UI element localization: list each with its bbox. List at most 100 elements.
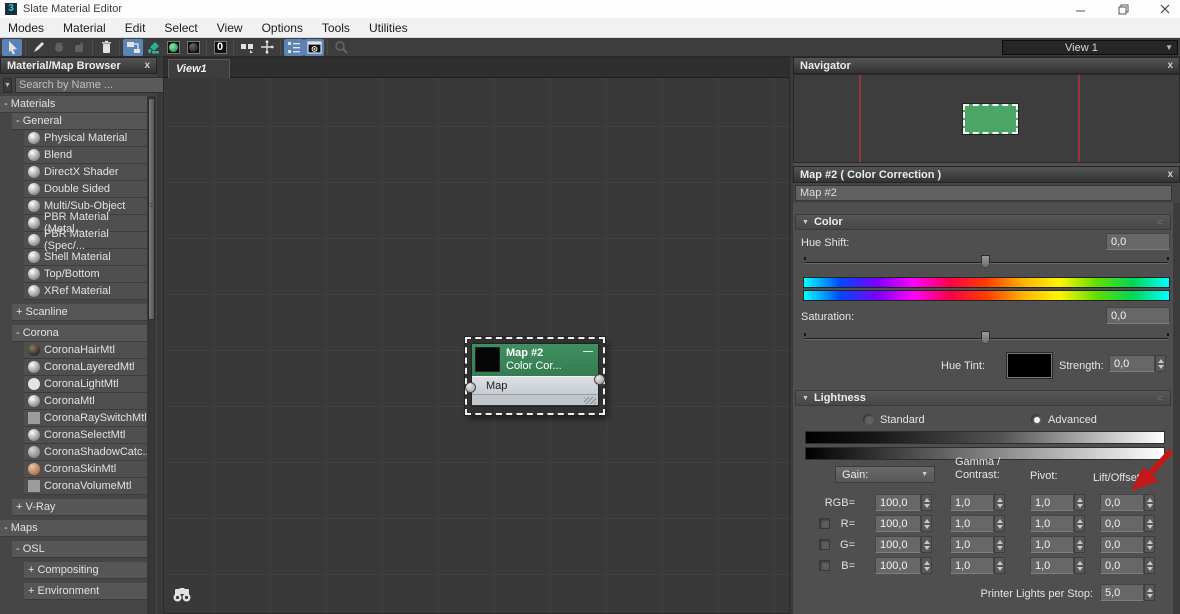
pivot-spinner[interactable] [1074,557,1085,574]
tree-group[interactable]: + Scanline [12,304,147,321]
tree-item[interactable]: CoronaRaySwitchMtl [24,410,147,427]
pivot-field[interactable]: 1,0 [1030,557,1074,574]
tree-item[interactable]: Blend [24,147,147,164]
node-header[interactable]: Map #2 Color Cor... — [472,344,598,376]
gain-spinner[interactable] [921,536,932,553]
show-background-button[interactable] [183,39,203,56]
tree-item[interactable]: CoronaSkinMtl [24,461,147,478]
pivot-spinner[interactable] [1074,536,1085,553]
lift-spinner[interactable] [1144,557,1155,574]
menu-view[interactable]: View [217,21,243,35]
lift-field[interactable]: 0,0 [1100,494,1144,511]
standard-radio[interactable] [863,414,874,425]
tree-item[interactable]: CoronaShadowCatc.. [24,444,147,461]
color-rollout-header[interactable]: ▼ Color ⁙ [795,214,1171,230]
tree-group[interactable]: + V-Ray [12,499,147,516]
put-material-to-library-button[interactable] [69,39,89,56]
tree-item[interactable]: PBR Material (Spec/... [24,232,147,249]
tree-group[interactable]: - OSL [12,541,147,558]
pivot-field[interactable]: 1,0 [1030,515,1074,532]
pivot-field[interactable]: 1,0 [1030,536,1074,553]
menu-modes[interactable]: Modes [8,21,44,35]
tree-group[interactable]: + Compositing [24,562,147,579]
map2-node[interactable]: Map #2 Color Cor... — Map [471,343,599,407]
tree-group[interactable]: - Corona [12,325,147,342]
material-map-browser-toggle-button[interactable] [284,39,304,56]
show-numbers-button[interactable]: 0 [210,39,230,56]
move-children-button[interactable] [123,39,143,56]
tree-group[interactable]: - Materials [0,96,147,113]
tree-item[interactable]: CoronaLightMtl [24,376,147,393]
navigator-close-icon[interactable]: x [1167,60,1173,71]
gamma-spinner[interactable] [994,515,1005,532]
gain-field[interactable]: 100,0 [875,515,921,532]
printer-lights-spinner[interactable] [1144,584,1155,601]
pivot-field[interactable]: 1,0 [1030,494,1074,511]
gain-field[interactable]: 100,0 [875,494,921,511]
navigator-view-rect[interactable] [963,104,1018,134]
assign-material-to-selection-button[interactable] [143,39,163,56]
gain-spinner[interactable] [921,515,932,532]
printer-lights-field[interactable]: 5,0 [1100,584,1144,601]
tab-view1[interactable]: View1 [168,59,230,78]
gamma-spinner[interactable] [994,557,1005,574]
search-input[interactable] [15,77,165,93]
node-collapse-icon[interactable]: — [583,346,593,357]
node-output-socket[interactable] [594,374,605,385]
tree-item[interactable]: CoronaMtl [24,393,147,410]
tree-item[interactable]: Top/Bottom [24,266,147,283]
search-options-icon[interactable]: ▼ [3,78,12,93]
map-name-field[interactable] [795,185,1172,201]
gamma-field[interactable]: 1,0 [950,515,994,532]
tree-group[interactable]: - General [12,113,147,130]
menu-material[interactable]: Material [63,21,106,35]
saturation-slider-handle[interactable] [981,331,990,344]
pan-tool-button[interactable] [257,39,277,56]
tree-item[interactable]: CoronaLayeredMtl [24,359,147,376]
lift-spinner[interactable] [1144,536,1155,553]
lift-spinner[interactable] [1144,515,1155,532]
tree-item[interactable]: CoronaVolumeMtl [24,478,147,495]
gain-spinner[interactable] [921,557,932,574]
lift-field[interactable]: 0,0 [1100,536,1144,553]
show-shaded-material-in-viewport-button[interactable] [163,39,183,56]
gamma-spinner[interactable] [994,536,1005,553]
resize-grip-icon[interactable] [584,397,596,404]
tree-item[interactable]: DirectX Shader [24,164,147,181]
select-tool-button[interactable] [2,39,22,56]
tree-item[interactable]: CoronaHairMtl [24,342,147,359]
navigator-body[interactable] [793,74,1180,163]
gain-field[interactable]: 100,0 [875,557,921,574]
pick-material-from-object-button[interactable] [29,39,49,56]
node-view-canvas[interactable]: View1 Map #2 Color Cor... — Map [163,57,790,614]
strength-spinner[interactable] [1155,355,1166,372]
restore-button[interactable] [1116,2,1130,16]
menu-edit[interactable]: Edit [125,21,146,35]
tree-group[interactable]: - Maps [0,520,147,537]
tree-item[interactable]: CoronaSelectMtl [24,427,147,444]
node-input-socket[interactable] [465,382,476,393]
hue-tint-swatch[interactable] [1006,352,1053,379]
browser-scrollbar[interactable] [147,96,156,614]
tree-item[interactable]: XRef Material [24,283,147,300]
lift-spinner[interactable] [1144,494,1155,511]
pivot-spinner[interactable] [1074,494,1085,511]
menu-select[interactable]: Select [164,21,197,35]
node-map-slot[interactable]: Map [472,376,598,394]
strength-field[interactable]: 0,0 [1109,355,1155,372]
lift-field[interactable]: 0,0 [1100,515,1144,532]
gain-field[interactable]: 100,0 [875,536,921,553]
close-button[interactable] [1158,2,1172,16]
browser-scrollbar-thumb[interactable] [148,98,155,320]
lift-field[interactable]: 0,0 [1100,557,1144,574]
put-material-to-scene-button[interactable] [49,39,69,56]
tree-item[interactable]: Physical Material [24,130,147,147]
params-close-icon[interactable]: x [1167,169,1173,180]
menu-options[interactable]: Options [262,21,303,35]
gamma-spinner[interactable] [994,494,1005,511]
advanced-radio[interactable] [1031,414,1042,425]
gain-dropdown[interactable]: Gain: ▼ [835,466,935,483]
browser-close-icon[interactable]: x [144,60,150,71]
minimize-button[interactable] [1074,2,1088,16]
parameter-editor-toggle-button[interactable] [304,39,324,56]
